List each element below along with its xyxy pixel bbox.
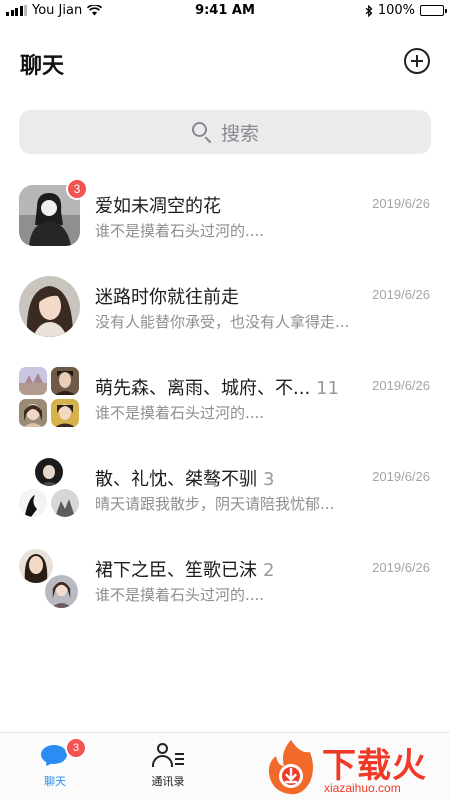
tab-chat-label: 聊天 [44,775,66,788]
member-avatar [19,367,47,395]
chat-preview: 谁不是摸着石头过河的.... [95,404,265,422]
chat-preview: 谁不是摸着石头过河的.... [95,586,265,604]
avatar[interactable] [19,276,80,337]
member-count: 11 [316,378,340,399]
chat-name: 萌先森、离雨、城府、不... 11 [95,378,340,399]
chat-row[interactable]: 迷路时你就往前走 没有人能替你承受，也没有人拿得走... 2019/6/26 [0,261,450,352]
member-avatar [51,399,79,427]
chat-row[interactable]: 萌先森、离雨、城府、不... 11 谁不是摸着石头过河的.... 2019/6/2… [0,352,450,443]
chat-row[interactable]: 裙下之臣、笙歌已沫 2 谁不是摸着石头过河的.... 2019/6/26 [0,534,450,625]
member-count: 2 [263,560,275,581]
nav-header: 聊天 [0,40,450,86]
chat-row[interactable]: 散、礼忱、桀骜不驯 3 晴天请跟我散步，阴天请陪我忧郁... 2019/6/26 [0,443,450,534]
tab-contacts-label: 通讯录 [151,775,185,788]
contacts-icon [151,743,185,769]
group-avatar[interactable] [19,367,80,428]
search-icon [191,121,213,144]
flame-logo-icon [268,740,313,795]
chat-date: 2019/6/26 [372,196,430,211]
member-avatar [19,489,47,517]
tab-chat[interactable]: 3 聊天 [10,737,100,789]
chat-date: 2019/6/26 [372,378,430,393]
plus-circle-icon[interactable] [404,48,430,74]
search-input[interactable]: 搜索 [19,110,431,154]
battery-percent: 100% [377,3,415,18]
watermark-text: 下载火 [322,746,427,786]
battery-icon [420,5,447,16]
chat-preview: 没有人能替你承受，也没有人拿得走... [95,313,350,331]
group-avatar[interactable] [19,458,80,519]
chat-date: 2019/6/26 [372,469,430,484]
status-right: 100% [365,3,447,18]
chat-preview: 晴天请跟我散步，阴天请陪我忧郁... [95,495,335,513]
bluetooth-icon [365,4,373,17]
member-avatar [19,399,47,427]
tab-unread-badge: 3 [65,737,87,759]
search-placeholder: 搜索 [220,122,259,145]
member-avatar [35,458,63,486]
member-avatar [51,367,79,395]
avatar-photo [19,276,80,337]
watermark-url: xiazaihuo.com [324,781,401,795]
member-avatar [43,573,80,610]
chat-name: 迷路时你就往前走 [95,287,239,308]
avatar[interactable]: 3 [19,178,88,246]
group-avatar[interactable] [19,549,80,610]
chat-date: 2019/6/26 [372,560,430,575]
chat-list: 3 爱如未凋空的花 谁不是摸着石头过河的.... 2019/6/26 迷路时你就… [0,170,450,625]
unread-badge: 3 [66,178,88,200]
chat-preview: 谁不是摸着石头过河的.... [95,222,265,240]
chat-row[interactable]: 3 爱如未凋空的花 谁不是摸着石头过河的.... 2019/6/26 [0,170,450,261]
page-title: 聊天 [20,54,65,79]
chat-date: 2019/6/26 [372,287,430,302]
member-avatar [51,489,79,517]
chat-name: 裙下之臣、笙歌已沫 2 [95,560,275,581]
tab-contacts[interactable]: 通讯录 [123,743,213,789]
chat-name: 散、礼忱、桀骜不驯 3 [95,469,275,490]
status-bar: You Jian 9:41 AM 100% [0,0,450,22]
chat-name: 爱如未凋空的花 [95,196,221,217]
member-count: 3 [263,469,275,490]
watermark: 下载火 xiazaihuo.com [262,736,450,800]
